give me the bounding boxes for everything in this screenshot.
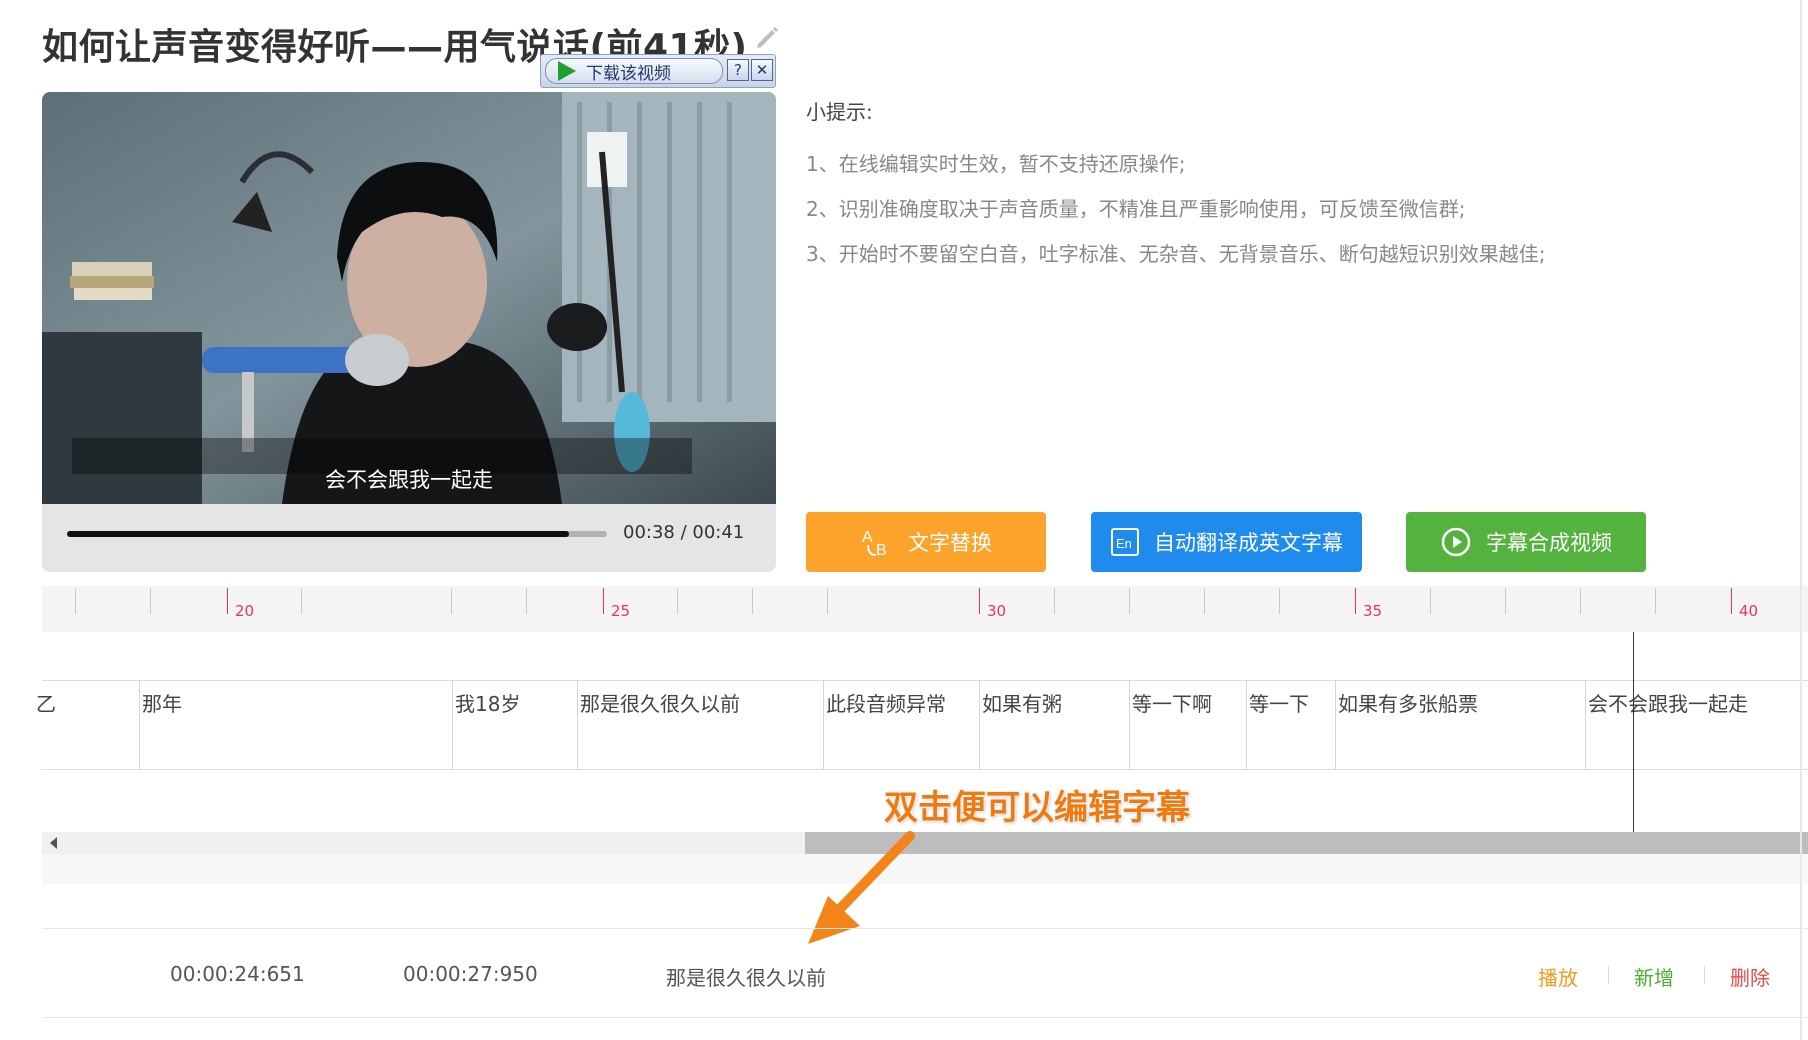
arrow-pointer-icon [790,826,930,956]
ruler-tick [827,588,828,614]
ruler-tick [603,588,604,614]
add-link[interactable]: 新增 [1634,962,1674,991]
timeline-ruler[interactable]: 20 25 30 35 40 [42,586,1808,632]
download-label: 下载该视频 [586,63,671,84]
merge-label: 字幕合成视频 [1486,531,1612,555]
ruler-tick [451,588,452,614]
play-triangle-icon [558,61,576,81]
merge-video-icon [1440,526,1472,558]
ruler-tick [1505,588,1506,614]
subtitle-segment[interactable]: 等一下啊 [1129,680,1246,769]
subtitle-segment[interactable]: 那年 [139,680,452,769]
merge-subtitle-video-button[interactable]: 字幕合成视频 [1406,512,1646,572]
ruler-tick [1655,588,1656,614]
video-subtitle: 会不会跟我一起走 [325,468,493,492]
ruler-tick [1279,588,1280,614]
scrollbar-thumb[interactable] [805,832,1808,854]
close-button[interactable]: ✕ [751,59,773,81]
end-time-cell[interactable]: 00:00:27:950 [403,962,538,986]
ruler-tick [979,588,980,614]
ruler-label: 25 [611,602,631,620]
translate-en-icon: En [1110,527,1140,557]
progress-bar[interactable] [67,531,607,537]
download-video-button[interactable]: 下载该视频 [545,58,723,84]
help-button[interactable]: ? [727,59,749,81]
ruler-tick [1580,588,1581,614]
ruler-tick [1731,588,1732,614]
ruler-tick [1129,588,1130,614]
ruler-label: 20 [235,602,255,620]
playhead[interactable] [1633,632,1634,832]
page-edge [1800,0,1802,1040]
play-link[interactable]: 播放 [1538,962,1578,991]
subtitle-segment[interactable]: 乙 [36,680,139,769]
ruler-tick [1054,588,1055,614]
scroll-left-icon[interactable] [50,837,57,849]
divider [42,769,1808,770]
delete-link[interactable]: 删除 [1730,962,1770,991]
ruler-tick [301,588,302,614]
text-replace-button[interactable]: AB 文字替换 [806,512,1046,572]
ruler-tick [1430,588,1431,614]
download-toolbar: 下载该视频 ? ✕ [540,54,776,88]
ruler-label: 40 [1739,602,1759,620]
ruler-label: 30 [987,602,1007,620]
svg-text:A: A [862,529,873,546]
ruler-tick [752,588,753,614]
ruler-tick [1204,588,1205,614]
svg-text:B: B [876,542,887,559]
time-display: 00:38 / 00:41 [623,522,745,543]
subtitle-segment[interactable]: 如果有多张船票 [1335,680,1585,769]
auto-translate-label: 自动翻译成英文字幕 [1154,531,1343,555]
text-replace-label: 文字替换 [908,531,992,555]
start-time-cell[interactable]: 00:00:24:651 [170,962,305,986]
subtitle-segment[interactable]: 那是很久很久以前 [577,680,823,769]
tips-title: 小提示: [806,100,873,124]
subtitle-text-cell[interactable]: 那是很久很久以前 [666,962,826,991]
video-frame[interactable]: 会不会跟我一起走 [42,92,776,504]
ruler-tick [677,588,678,614]
divider [1608,966,1609,984]
subtitle-segment[interactable]: 我18岁 [452,680,577,769]
divider [42,1017,1808,1018]
ruler-tick [150,588,151,614]
divider [42,928,1808,929]
edit-pencil-icon[interactable] [752,22,782,52]
subtitle-segment[interactable]: 等一下 [1246,680,1335,769]
progress-fill [67,531,570,537]
edit-hint-callout: 双击便可以编辑字幕 [884,788,1190,828]
tip-item: 2、识别准确度取决于声音质量，不精准且严重影响使用，可反馈至微信群; [806,197,1466,221]
tip-item: 1、在线编辑实时生效，暂不支持还原操作; [806,152,1186,176]
subtitle-segment[interactable]: 会不会跟我一起走 [1585,680,1800,769]
tip-item: 3、开始时不要留空白音，吐字标准、无杂音、无背景音乐、断句越短识别效果越佳; [806,242,1546,266]
auto-translate-button[interactable]: En 自动翻译成英文字幕 [1091,512,1362,572]
ruler-label: 35 [1363,602,1383,620]
subtitle-segment[interactable]: 此段音频异常 [823,680,979,769]
svg-text:En: En [1116,536,1132,551]
video-player[interactable]: 会不会跟我一起走 00:38 / 00:41 [42,92,776,572]
ruler-tick [1355,588,1356,614]
text-replace-icon: AB [860,525,894,559]
ruler-tick [526,588,527,614]
ruler-tick [227,588,228,614]
ruler-tick [75,588,76,614]
divider [1704,966,1705,984]
subtitle-segment[interactable]: 如果有粥 [979,680,1129,769]
